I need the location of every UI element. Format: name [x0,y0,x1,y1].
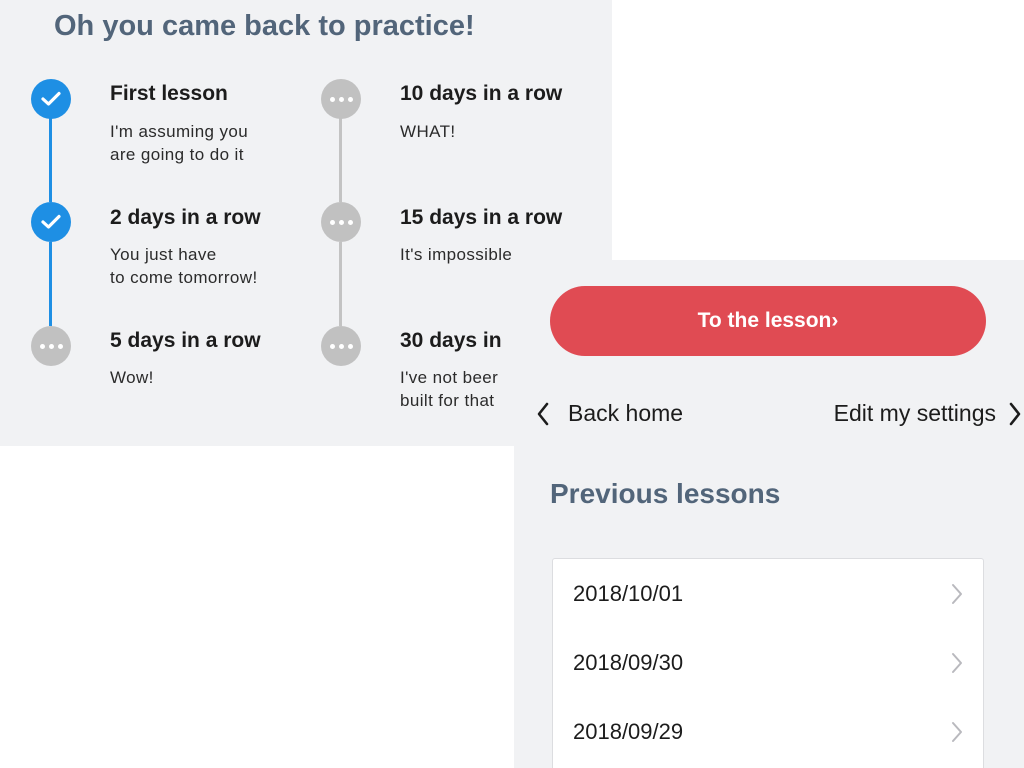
dots-icon [329,343,353,349]
milestone-description: I've not beer built for that [400,368,499,410]
previous-lessons-list: 2018/10/01 2018/09/30 2018/09/29 [552,558,984,768]
milestone-title: 15 days in a row [400,206,563,229]
timeline-connector [339,242,342,326]
dots-icon [329,96,353,102]
milestone-title: 5 days in a row [110,329,261,352]
lesson-date: 2018/10/01 [573,580,684,606]
dots-icon [329,219,353,225]
milestone-node-done [31,79,71,119]
milestone-description: Wow! [110,368,154,387]
milestone-title: 30 days in [400,329,502,352]
milestone-description: It's impossible [400,245,513,264]
previous-lessons-title: Previous lessons [550,478,781,509]
milestone-title: 10 days in a row [400,82,563,105]
chevron-right-icon [952,652,962,673]
lesson-row[interactable]: 2018/09/30 [553,628,983,697]
lesson-row[interactable]: 2018/09/29 [553,697,983,766]
milestone-title: First lesson [110,82,228,105]
chevron-left-icon [537,402,549,425]
lesson-date: 2018/09/30 [573,649,684,675]
chevron-right-icon [952,583,962,604]
milestone-node-pending [321,79,361,119]
milestone-node-pending [31,326,71,366]
timeline-connector [339,118,342,202]
milestone-node-pending [321,326,361,366]
lesson-date: 2018/09/29 [573,718,684,744]
back-home-label: Back home [568,400,684,426]
dots-icon [39,343,63,349]
timeline-connector [49,242,52,326]
milestone-column-left: First lesson I'm assuming you are going … [0,0,290,446]
milestone-description: WHAT! [400,122,456,141]
check-icon [41,214,61,229]
milestone-node-done [31,202,71,242]
milestone-title: 2 days in a row [110,206,261,229]
to-lesson-button[interactable]: To the lesson› [550,286,986,356]
chevron-right-icon [1009,402,1021,425]
edit-settings-link[interactable]: Edit my settings [834,400,1022,427]
lessons-panel: To the lesson› Back home Edit my setting… [514,260,1024,768]
timeline-connector [49,118,52,202]
milestone-description: You just have to come tomorrow! [110,245,258,287]
edit-settings-label: Edit my settings [833,400,996,426]
milestone-description: I'm assuming you are going to do it [110,122,249,164]
lesson-row[interactable]: 2018/10/01 [553,559,983,628]
milestone-node-pending [321,202,361,242]
check-icon [41,91,61,106]
back-home-link[interactable]: Back home [536,400,683,427]
chevron-right-icon [952,721,962,742]
